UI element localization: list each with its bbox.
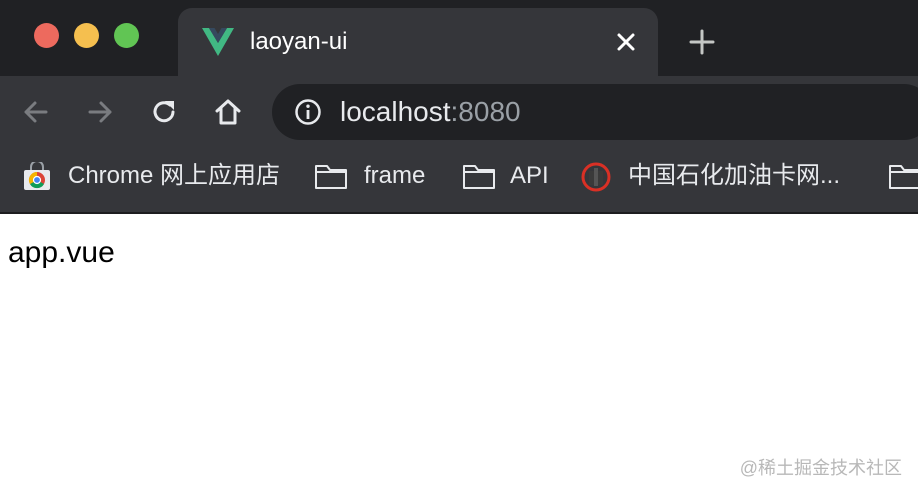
close-icon[interactable] bbox=[614, 30, 638, 54]
window-minimize-button[interactable] bbox=[74, 23, 99, 48]
watermark-text: @稀土掘金技术社区 bbox=[739, 458, 902, 478]
arrow-right-icon[interactable] bbox=[84, 96, 116, 128]
home-icon[interactable] bbox=[212, 96, 244, 128]
bookmark-label: 中国石化加油卡网... bbox=[628, 162, 841, 189]
bookmark-label: API bbox=[510, 162, 549, 189]
page-content-text: app.vue bbox=[8, 236, 115, 269]
window-close-button[interactable] bbox=[34, 23, 59, 48]
info-icon[interactable] bbox=[294, 98, 322, 126]
reload-icon[interactable] bbox=[148, 96, 180, 128]
window-maximize-button[interactable] bbox=[114, 23, 139, 48]
tab-active[interactable]: laoyan-ui bbox=[178, 8, 658, 76]
bookmark-label: Chrome 网上应用店 bbox=[68, 162, 281, 189]
bookmark-label: frame bbox=[364, 162, 426, 189]
plus-icon[interactable] bbox=[688, 28, 716, 56]
address-bar[interactable]: localhost:8080 bbox=[272, 84, 918, 140]
url-text[interactable]: localhost:8080 bbox=[340, 94, 521, 130]
url-host: localhost bbox=[340, 96, 451, 127]
arrow-left-icon[interactable] bbox=[20, 96, 52, 128]
vue-logo-icon bbox=[202, 28, 234, 56]
folder-icon bbox=[315, 165, 347, 189]
bookmarks-bar: Chrome 网上应用店 frame API 中国石化加油卡网... bbox=[0, 148, 918, 214]
url-port: :8080 bbox=[450, 96, 521, 127]
sinopec-icon bbox=[581, 162, 611, 192]
folder-icon bbox=[463, 165, 495, 189]
browser-toolbar: localhost:8080 bbox=[0, 76, 918, 148]
browser-titlebar: laoyan-ui bbox=[0, 0, 918, 76]
folder-icon bbox=[889, 165, 918, 189]
tab-title: laoyan-ui bbox=[250, 28, 348, 55]
chrome-web-store-icon bbox=[24, 162, 50, 190]
